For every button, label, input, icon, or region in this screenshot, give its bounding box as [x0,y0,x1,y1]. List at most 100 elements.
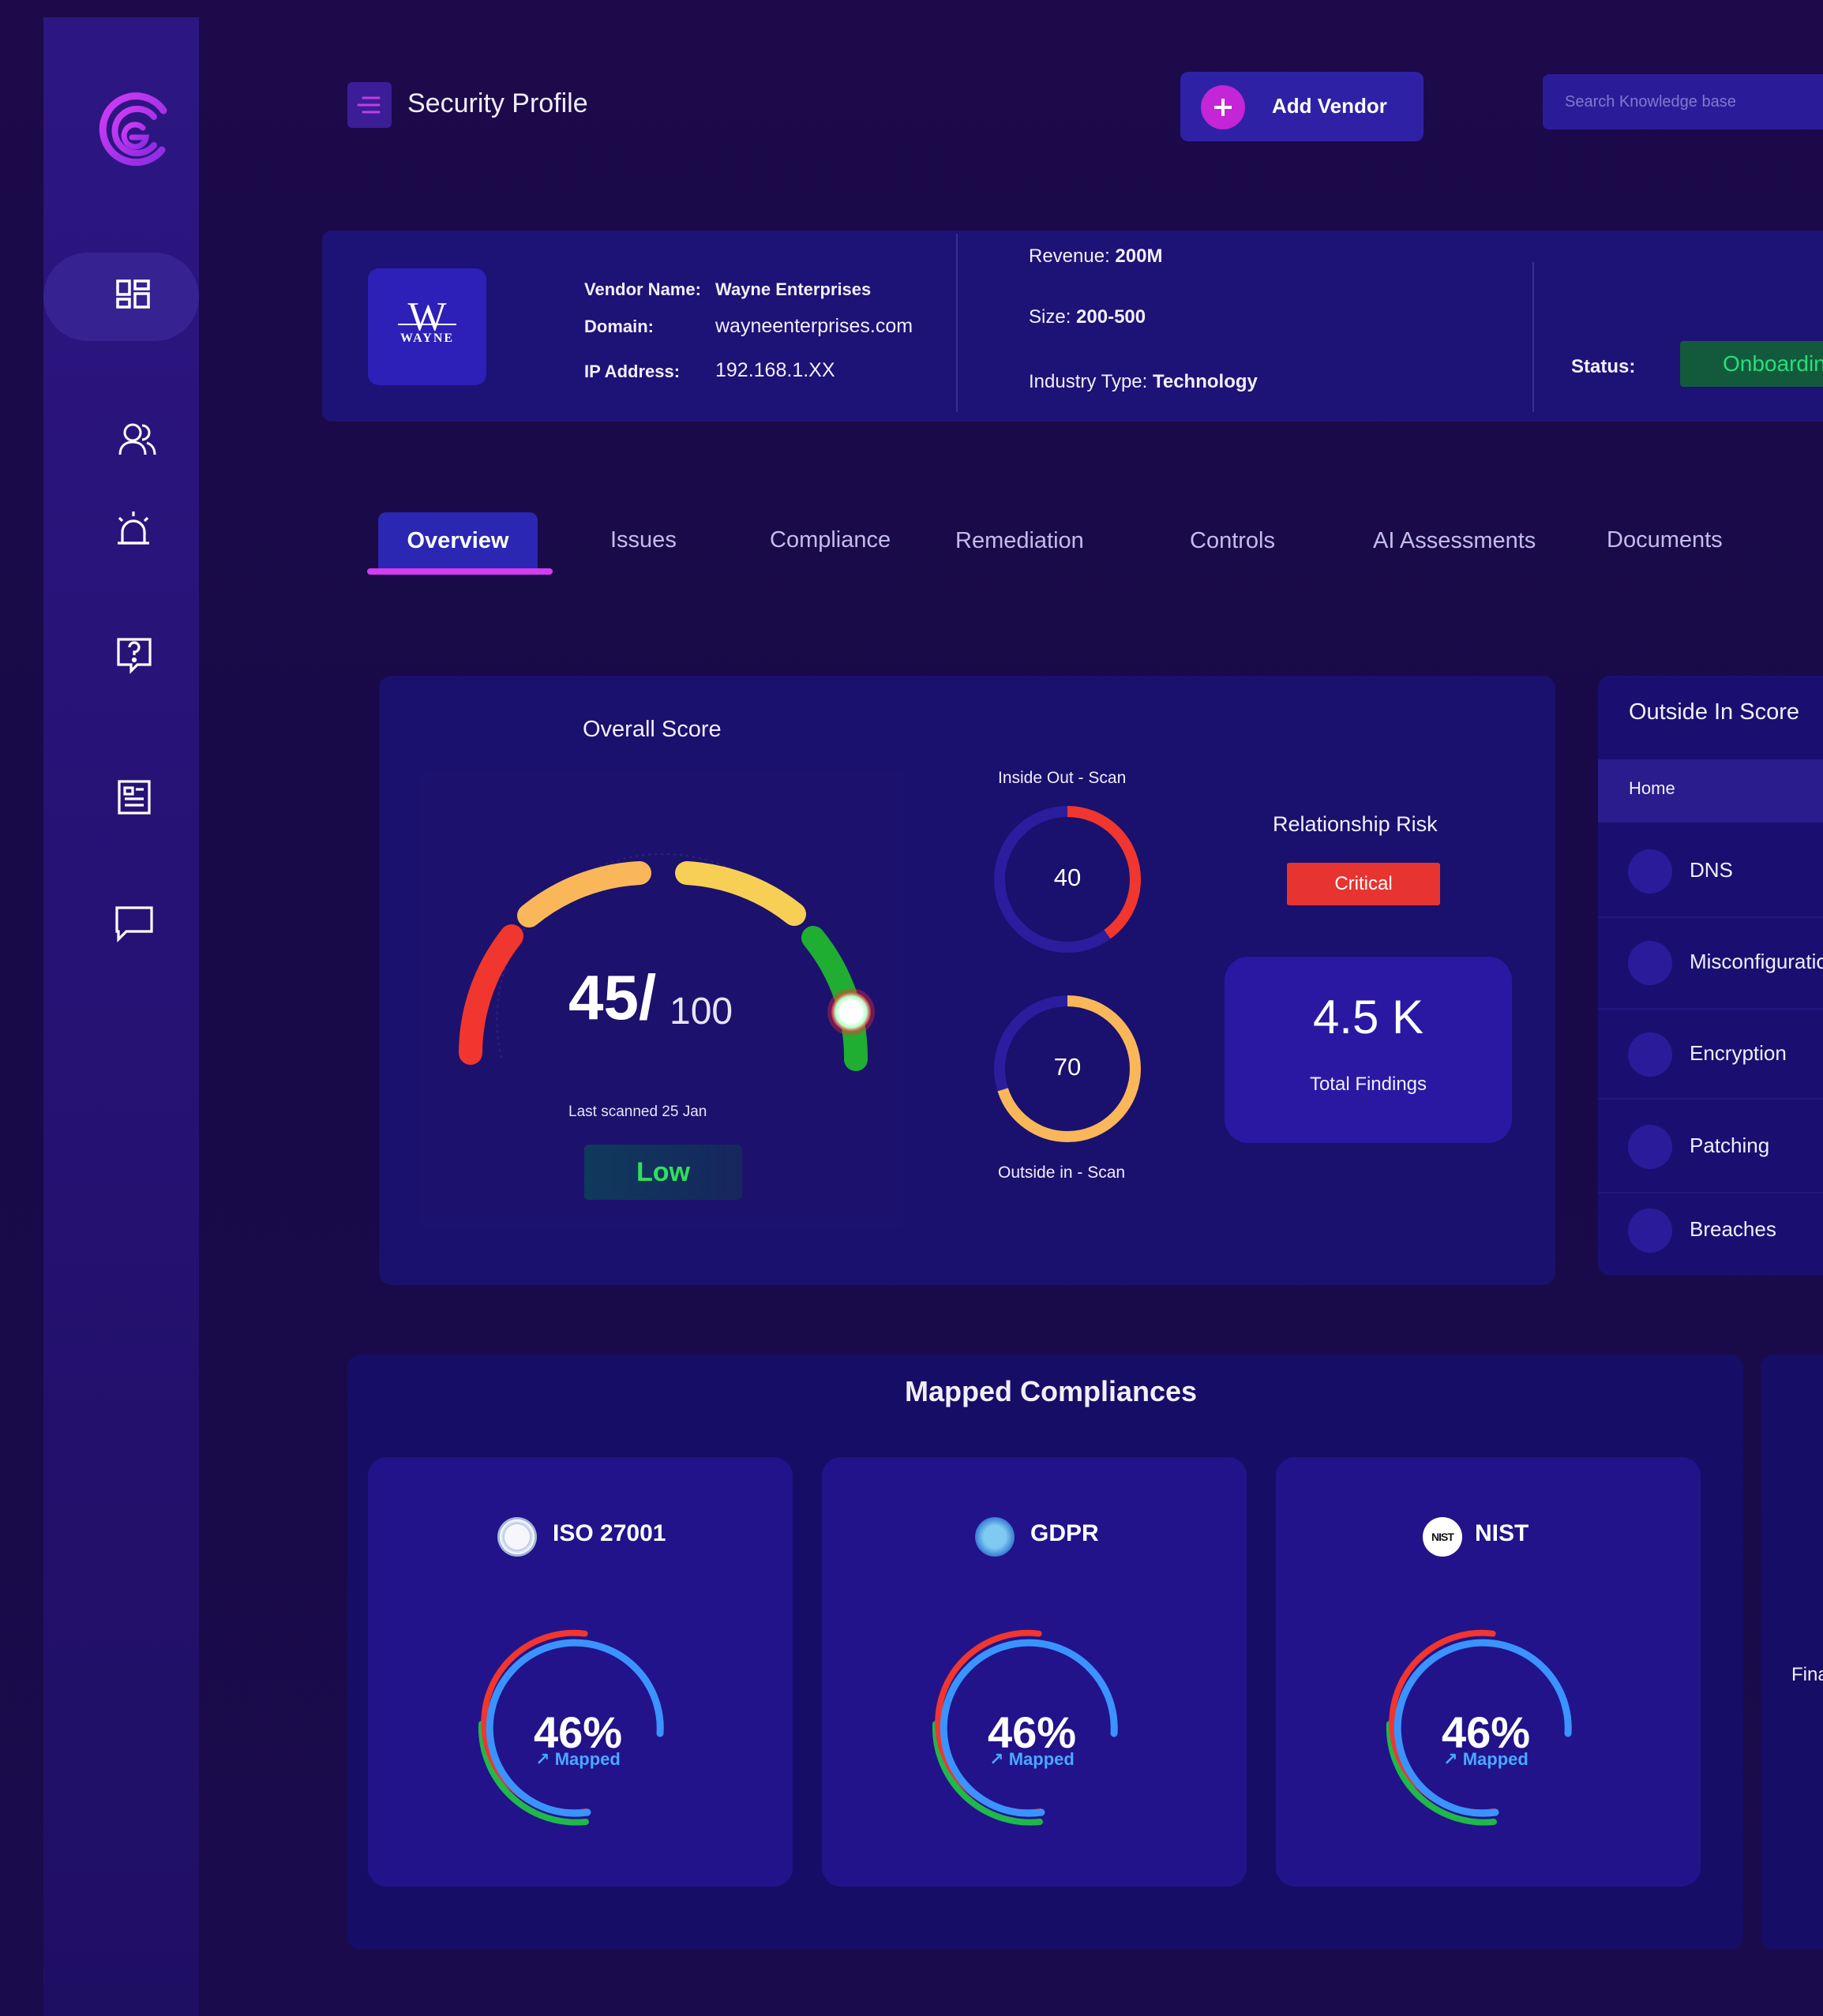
dashboard-icon[interactable] [111,275,156,319]
relationship-risk-title: Relationship Risk [1273,812,1438,836]
list-item-label: Encryption [1690,1041,1787,1065]
overall-score-value: 45/ [568,962,657,1032]
tab-controls[interactable]: Controls [1190,528,1275,554]
compliance-name: GDPR [1030,1520,1099,1546]
overall-score-max: 100 [670,991,733,1032]
tab-compliance[interactable]: Compliance [770,527,891,553]
document-icon[interactable] [112,775,156,819]
add-vendor-label: Add Vendor [1272,94,1387,118]
menu-icon [357,96,381,114]
dns-icon [1628,849,1672,894]
outside-in-title: Outside In Score [1629,699,1799,725]
menu-toggle-button[interactable] [347,82,392,128]
mapped-text: Mapped [554,1749,621,1769]
compliance-card-iso[interactable]: ISO 27001 46% ↗ Mapped [368,1457,793,1887]
industry-label: Industry Type: [1029,371,1148,392]
industry-stat: Industry Type: Technology [1029,371,1258,393]
gdpr-badge-icon [975,1517,1015,1557]
compliance-name: ISO 27001 [553,1520,666,1546]
side-panel: Fina [1761,1355,1823,1950]
relationship-risk-badge: Critical [1287,863,1440,905]
last-scanned-text: Last scanned 25 Jan [568,1104,707,1120]
outside-in-value: 70 [1053,1053,1082,1081]
industry-value: Technology [1152,371,1258,392]
compliance-mapped-label: ↗ Mapped [1443,1749,1529,1769]
list-item-encryption[interactable]: Encryption [1598,1010,1823,1100]
list-divider [1598,1098,1823,1100]
chat-icon[interactable] [112,901,156,946]
tab-issues[interactable]: Issues [610,527,677,553]
help-icon[interactable] [112,633,156,677]
compliance-name: NIST [1475,1520,1529,1546]
misconfiguration-icon [1628,941,1672,985]
iso-badge-icon [497,1517,537,1557]
list-item-label: Patching [1690,1134,1770,1157]
page-title: Security Profile [407,88,588,118]
inside-out-scan-label: Inside Out - Scan [998,769,1127,787]
total-findings-card: 4.5 K Total Findings [1225,957,1512,1143]
domain-label: Domain: [584,317,654,336]
total-findings-value: 4.5 K [1312,991,1424,1044]
tab-documents[interactable]: Documents [1607,527,1723,553]
list-item-label: DNS [1690,858,1733,882]
vendor-logo: W WAYNE [368,268,486,385]
gauge-segment-orange [517,861,651,927]
total-findings-label: Total Findings [1309,1074,1427,1095]
domain-value: wayneenterprises.com [715,315,913,337]
gauge-segment-yellow [675,861,806,926]
search-input[interactable] [1543,74,1823,129]
ip-label: IP Address: [584,362,681,381]
plus-icon [1201,85,1245,129]
status-label: Status: [1571,356,1636,377]
add-vendor-button[interactable]: Add Vendor [1180,72,1424,141]
breaches-icon [1628,1208,1672,1253]
mapped-text: Mapped [1008,1749,1075,1769]
compliance-card-nist[interactable]: NIST NIST 46% ↗ Mapped [1276,1457,1701,1887]
mapped-text: Mapped [1462,1749,1529,1769]
list-item-label: Misconfiguration [1690,950,1823,973]
vendor-name-label: Vendor Name: [584,279,701,299]
gauge-segment-red [459,924,523,1065]
outside-in-scan-label: Outside in - Scan [998,1164,1126,1182]
vendor-divider-2 [1532,262,1534,412]
compliance-mapped-label: ↗ Mapped [989,1749,1075,1769]
tab-active-indicator [367,568,553,575]
outside-in-home-row[interactable]: Home [1598,759,1823,823]
tab-overview[interactable]: Overview [378,512,538,569]
patching-icon [1628,1125,1672,1169]
nist-badge-icon: NIST [1423,1517,1462,1557]
gauge-knob [831,992,871,1032]
list-item-breaches[interactable]: Breaches [1598,1186,1823,1276]
list-item-dns[interactable]: DNS [1598,826,1823,916]
sidebar [43,17,199,2016]
list-item-misconfiguration[interactable]: Misconfiguration [1598,918,1823,1008]
revenue-stat: Revenue: 200M [1029,245,1162,268]
risk-level-badge: Low [584,1145,742,1200]
ip-value: 192.168.1.XX [715,359,835,381]
compliance-card-gdpr[interactable]: GDPR 46% ↗ Mapped [822,1457,1247,1887]
users-icon[interactable] [115,418,159,463]
overall-score-gauge [459,852,875,1071]
vendor-name-value: Wayne Enterprises [715,279,872,299]
revenue-label: Revenue: [1029,245,1110,267]
outside-in-home-label: Home [1629,778,1675,798]
vendor-logo-wordmark: WAYNE [399,332,455,345]
list-item-patching[interactable]: Patching [1598,1102,1823,1192]
tab-remediation[interactable]: Remediation [955,528,1084,554]
tab-ai-assessments[interactable]: AI Assessments [1373,528,1536,554]
vendor-divider-1 [956,234,958,412]
compliance-mapped-label: ↗ Mapped [535,1749,621,1769]
overall-score-title: Overall Score [583,717,722,742]
tab-overview-label: Overview [407,528,509,553]
side-panel-label: Fina [1791,1664,1823,1685]
mapped-compliances-title: Mapped Compliances [904,1375,1198,1407]
size-stat: Size: 200-500 [1029,306,1146,328]
encryption-icon [1628,1032,1672,1077]
vendor-logo-rule [398,324,456,325]
size-value: 200-500 [1076,306,1146,328]
revenue-value: 200M [1115,245,1163,267]
size-label: Size: [1029,306,1071,328]
status-badge: Onboarding [1680,341,1823,387]
app-logo-icon[interactable] [91,88,178,175]
alarm-icon[interactable] [111,507,156,551]
